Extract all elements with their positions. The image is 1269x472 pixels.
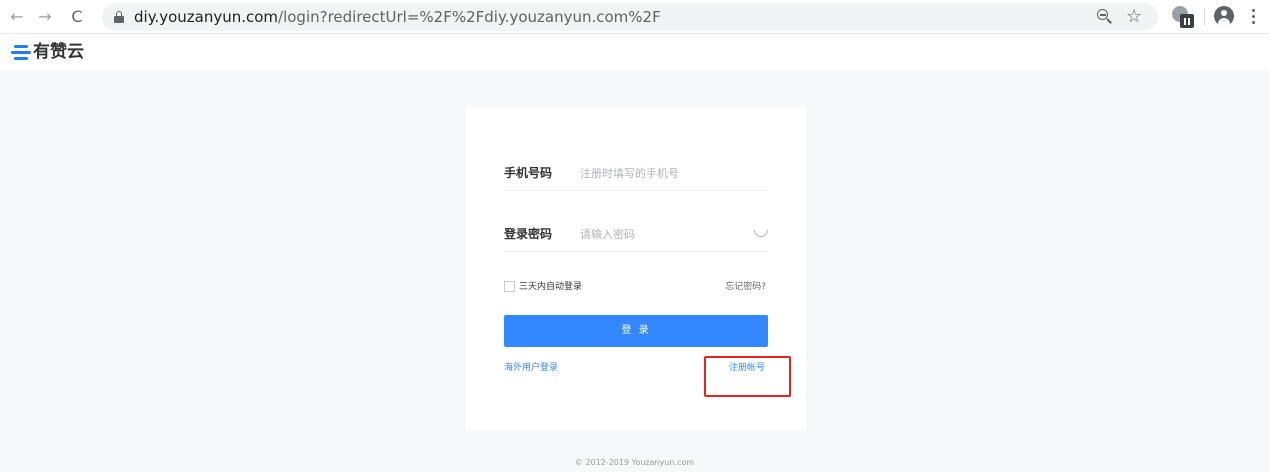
remember-label[interactable]: 三天内自动登录 [519,279,582,295]
forward-button[interactable]: → [34,6,56,28]
extension-icon[interactable] [1172,6,1194,28]
toolbar-divider [1204,8,1205,26]
url-host: diy.youzanyun.com [134,8,279,26]
remember-checkbox[interactable] [504,281,515,292]
eye-closed-icon[interactable] [754,230,768,237]
arrow-left-icon: ← [10,7,24,26]
login-card: 手机号码 登录密码 三天内自动登录 忘记密码? 登 录 海外用户登录 注册帐号 [466,107,806,430]
password-input[interactable] [580,224,750,244]
reload-button[interactable]: C [66,6,88,28]
overseas-login-link[interactable]: 海外用户登录 [504,361,558,375]
phone-label: 手机号码 [504,166,553,180]
reload-icon: C [71,7,83,26]
forgot-password-link[interactable]: 忘记密码? [725,279,766,295]
register-highlight-box [704,356,791,397]
password-label: 登录密码 [504,227,553,241]
lock-icon[interactable] [114,11,124,23]
profile-icon[interactable] [1214,6,1234,26]
zoom-out-icon[interactable] [1096,8,1114,26]
logo-text[interactable]: 有赞云 [33,41,84,63]
url-path: /login?redirectUrl=%2F%2Fdiy.youzanyun.c… [278,8,661,26]
back-button[interactable]: ← [6,6,28,28]
password-field-row: 登录密码 [504,216,768,252]
phone-input[interactable] [580,163,750,183]
login-button[interactable]: 登 录 [504,315,768,347]
youzanyun-logo-icon[interactable] [11,45,31,60]
footer-copyright: © 2012-2019 Youzanyun.com [574,458,695,467]
browser-toolbar: ← → C diy.youzanyun.com/login?redirectUr… [0,0,1269,34]
url-text[interactable]: diy.youzanyun.com/login?redirectUrl=%2F%… [134,8,661,26]
phone-field-row: 手机号码 [504,155,768,191]
site-header: 有赞云 [0,34,1269,70]
star-icon[interactable]: ☆ [1126,6,1142,28]
more-vertical-icon[interactable] [1252,9,1256,25]
arrow-right-icon: → [38,7,52,26]
remember-row: 三天内自动登录 忘记密码? [504,279,768,295]
address-bar[interactable]: diy.youzanyun.com/login?redirectUrl=%2F%… [102,3,1158,31]
